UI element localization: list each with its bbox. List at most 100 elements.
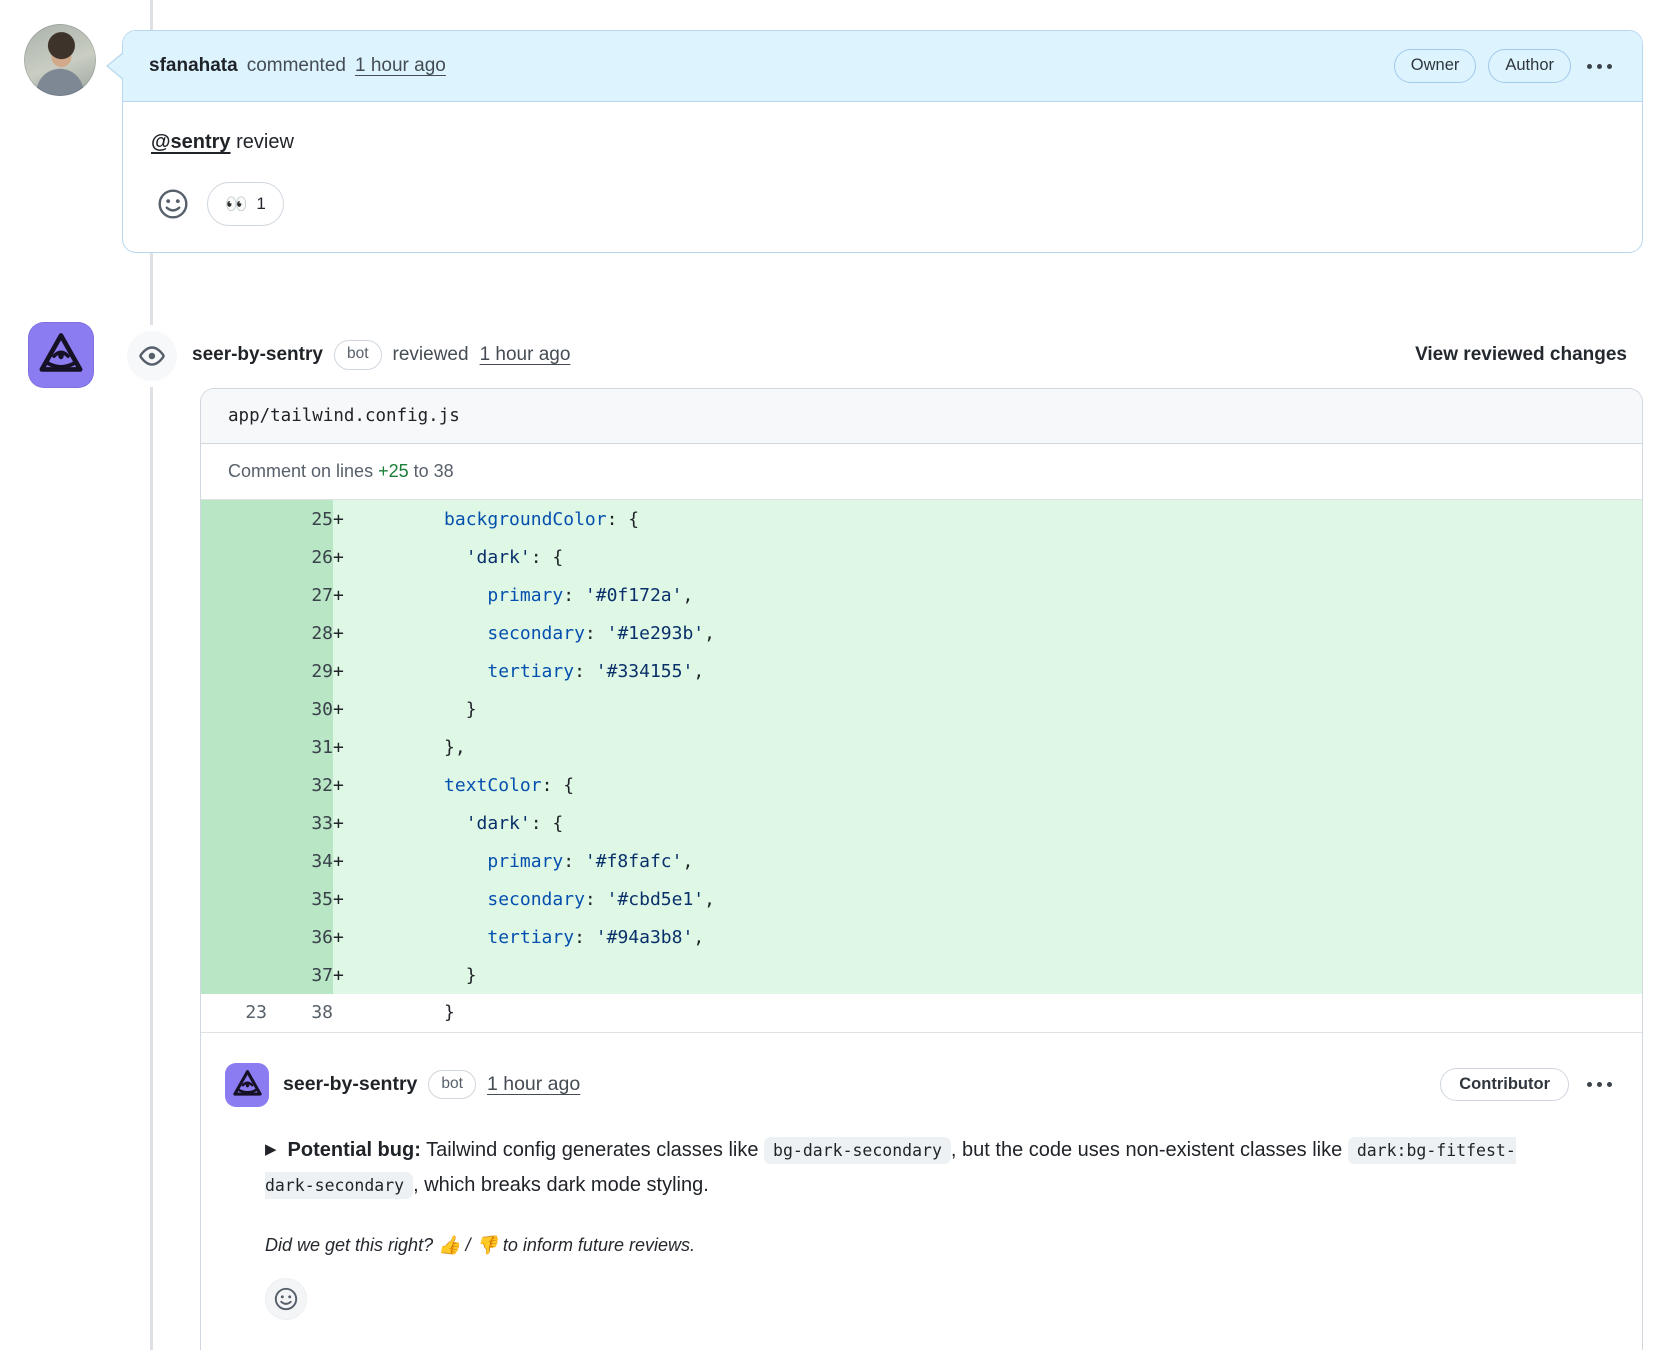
- avatar[interactable]: [24, 24, 96, 96]
- seer-bot-avatar[interactable]: [28, 322, 94, 388]
- add-reaction-button[interactable]: [151, 182, 195, 226]
- diff-line-number[interactable]: 29: [267, 652, 333, 690]
- diff-table-body: 25 + backgroundColor: {26 + 'dark': {27 + p…: [201, 500, 1642, 1032]
- seer-pyramid-eye-logo: [232, 1070, 262, 1096]
- diff-code: 'dark': {: [379, 538, 1642, 576]
- kebab-menu-icon[interactable]: [1583, 58, 1616, 75]
- diff-code: textColor: {: [379, 766, 1642, 804]
- diff-line-number[interactable]: [201, 842, 267, 880]
- diff-sign: +: [333, 766, 379, 804]
- thread-author-link[interactable]: seer-by-sentry: [283, 1073, 417, 1096]
- diff-code: backgroundColor: {: [379, 500, 1642, 538]
- comment-header: sfanahata commented 1 hour ago Owner Aut…: [106, 31, 1642, 102]
- diff-line-number[interactable]: 35: [267, 880, 333, 918]
- comment-action-label: commented: [246, 55, 346, 76]
- potential-bug-text: ▶ Potential bug: Tailwind config generate…: [265, 1133, 1535, 1203]
- thread-timestamp-link[interactable]: 1 hour ago: [487, 1073, 580, 1096]
- diff-code: secondary: '#1e293b',: [379, 614, 1642, 652]
- range-end: to 38: [408, 461, 454, 481]
- diff-code: primary: '#0f172a',: [379, 576, 1642, 614]
- owner-badge[interactable]: Owner: [1393, 49, 1477, 83]
- diff-line-number[interactable]: 37: [267, 956, 333, 994]
- details-collapse-marker[interactable]: ▶: [265, 1137, 277, 1163]
- diff-row: 33 + 'dark': {: [201, 804, 1642, 842]
- diff-line-number[interactable]: 23: [201, 994, 267, 1032]
- diff-line-number[interactable]: 25: [267, 500, 333, 538]
- diff-code: }: [379, 1002, 455, 1024]
- review-timestamp-link[interactable]: 1 hour ago: [480, 344, 571, 366]
- diff-line-number[interactable]: [201, 918, 267, 956]
- reviewer-link[interactable]: seer-by-sentry: [192, 344, 323, 366]
- diff-row: 26 + 'dark': {: [201, 538, 1642, 576]
- diff-line-number[interactable]: 30: [267, 690, 333, 728]
- diff-line-number[interactable]: [201, 804, 267, 842]
- diff-line-number[interactable]: [201, 766, 267, 804]
- author-badge[interactable]: Author: [1488, 49, 1571, 83]
- diff-code: }: [379, 690, 1642, 728]
- comment-author-link[interactable]: sfanahata: [149, 55, 238, 77]
- add-reaction-button[interactable]: [265, 1277, 307, 1320]
- mention-link[interactable]: @sentry: [151, 131, 231, 153]
- diff-row: 35 + secondary: '#cbd5e1',: [201, 880, 1642, 918]
- diff-line-number[interactable]: 32: [267, 766, 333, 804]
- diff-row: 30 + }: [201, 690, 1642, 728]
- eyes-emoji: 👀: [225, 194, 248, 214]
- bot-badge: bot: [428, 1069, 476, 1100]
- diff-line-number[interactable]: 33: [267, 804, 333, 842]
- diff-row: 36 + tertiary: '#94a3b8',: [201, 918, 1642, 956]
- thread-comment-header: seer-by-sentry bot 1 hour ago Contributo…: [225, 1062, 1616, 1107]
- diff-line-number[interactable]: 27: [267, 576, 333, 614]
- diff-code: },: [379, 728, 1642, 766]
- diff-line-number[interactable]: [201, 880, 267, 918]
- diff-code: secondary: '#cbd5e1',: [379, 880, 1642, 918]
- thread-comment-text: Potential bug: Tailwind config generates…: [265, 1136, 1516, 1199]
- diff-code: primary: '#f8fafc',: [379, 842, 1642, 880]
- diff-sign: +: [333, 804, 379, 842]
- eye-icon: [139, 346, 165, 366]
- diff-line-number[interactable]: [201, 652, 267, 690]
- review-thread-card: app/tailwind.config.js Comment on lines …: [200, 388, 1643, 1350]
- comment-text: review: [230, 131, 294, 153]
- diff-table: 25 + backgroundColor: {26 + 'dark': {27 + p…: [201, 500, 1642, 1033]
- contributor-badge[interactable]: Contributor: [1440, 1068, 1569, 1101]
- diff-line-number[interactable]: [201, 576, 267, 614]
- diff-row: 23 38 }: [201, 994, 1642, 1032]
- diff-line-number[interactable]: [201, 728, 267, 766]
- diff-sign: +: [333, 538, 379, 576]
- diff-line-number[interactable]: 28: [267, 614, 333, 652]
- seer-bot-avatar-small[interactable]: [225, 1062, 269, 1107]
- diff-sign: +: [333, 842, 379, 880]
- feedback-note-text: Did we get this right? 👍 / 👎 to inform f…: [265, 1234, 695, 1255]
- diff-line-number[interactable]: [201, 690, 267, 728]
- diff-line-number[interactable]: 34: [267, 842, 333, 880]
- review-event-row: seer-by-sentry bot reviewed 1 hour ago V…: [192, 322, 1642, 388]
- body-text-segment: , which breaks dark mode styling.: [413, 1173, 709, 1196]
- thread-comment: seer-by-sentry bot 1 hour ago Contributo…: [201, 1033, 1642, 1320]
- diff-code: }: [379, 956, 1642, 994]
- diff-code: tertiary: '#94a3b8',: [379, 918, 1642, 956]
- diff-line-number[interactable]: [201, 614, 267, 652]
- view-reviewed-changes-link[interactable]: View reviewed changes: [1415, 344, 1642, 366]
- diff-line-number[interactable]: [201, 538, 267, 576]
- diff-row: 29 + tertiary: '#334155',: [201, 652, 1642, 690]
- comment-timestamp-link[interactable]: 1 hour ago: [355, 55, 446, 77]
- diff-line-number[interactable]: 36: [267, 918, 333, 956]
- diff-line-number[interactable]: 31: [267, 728, 333, 766]
- diff-line-number[interactable]: 26: [267, 538, 333, 576]
- body-text-segment: Tailwind config generates classes like: [420, 1138, 765, 1161]
- diff-sign: +: [333, 500, 379, 538]
- file-path-header[interactable]: app/tailwind.config.js: [201, 389, 1642, 444]
- diff-line-number[interactable]: [201, 500, 267, 538]
- diff-row: 27 + primary: '#0f172a',: [201, 576, 1642, 614]
- diff-row: 25 + backgroundColor: {: [201, 500, 1642, 538]
- diff-line-number[interactable]: 38: [267, 994, 333, 1032]
- eyes-reaction-pill[interactable]: 👀 1: [207, 182, 284, 226]
- kebab-menu-icon[interactable]: [1583, 1076, 1616, 1093]
- body-text-segment: Potential bug:: [287, 1138, 421, 1161]
- smiley-icon: [158, 189, 188, 219]
- diff-line-number[interactable]: [201, 956, 267, 994]
- diff-row: 32 + textColor: {: [201, 766, 1642, 804]
- diff-sign: +: [333, 728, 379, 766]
- inline-code-chip: bg-dark-secondary: [764, 1136, 951, 1164]
- diff-sign: +: [333, 956, 379, 994]
